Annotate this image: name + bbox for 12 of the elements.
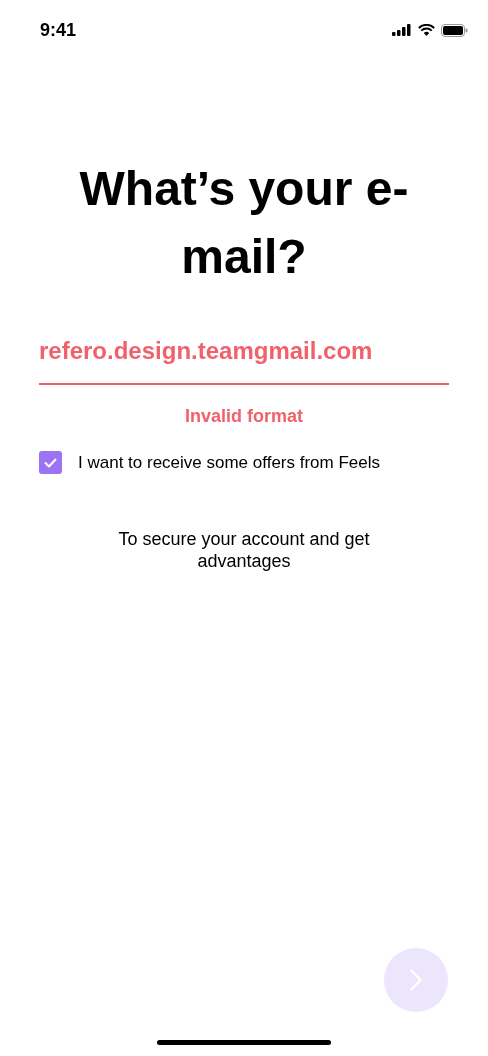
error-message: Invalid format: [184, 405, 304, 428]
battery-icon: [441, 23, 468, 37]
status-time: 9:41: [40, 18, 77, 42]
checkmark-icon: [44, 457, 57, 468]
wifi-icon: [418, 24, 435, 36]
page-title: What’s your e-mail?: [78, 161, 410, 285]
email-field[interactable]: refero.design.teamgmail.com: [39, 333, 449, 385]
checkbox[interactable]: [39, 451, 62, 475]
checkbox-label: I want to receive some offers from Feels: [78, 452, 381, 474]
subtitle: To secure your account and get advantages: [117, 527, 371, 572]
chevron-right-icon: [410, 969, 422, 991]
signal-icon: [392, 24, 412, 36]
